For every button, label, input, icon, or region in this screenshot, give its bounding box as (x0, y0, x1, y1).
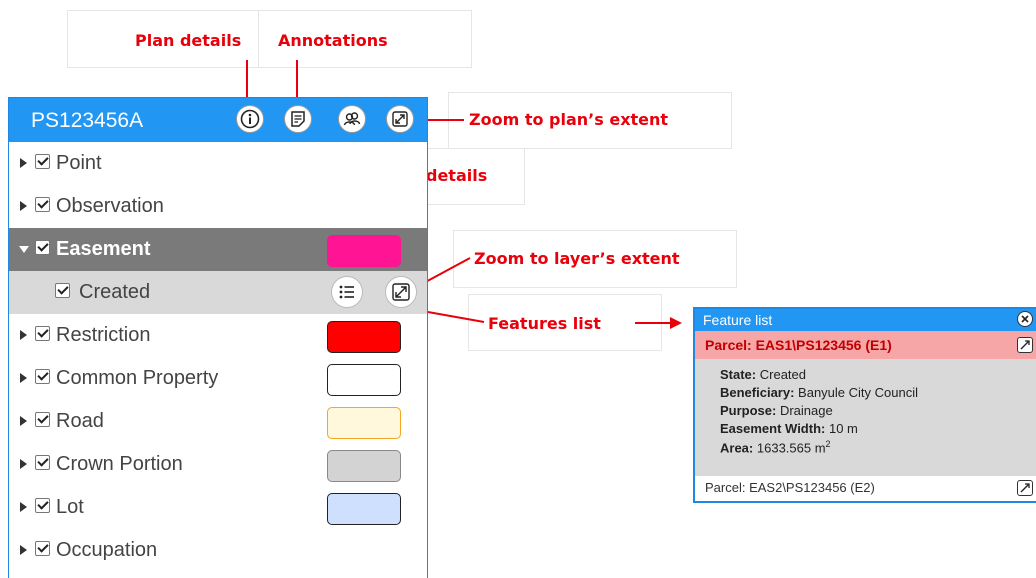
attribute-purpose: Purpose: Drainage (720, 403, 833, 418)
collapse-triangle-icon[interactable] (19, 246, 29, 253)
layer-row-observation[interactable]: Observation (9, 185, 427, 228)
layer-row-restriction[interactable]: Restriction (9, 314, 427, 357)
parties-button[interactable] (338, 105, 366, 133)
expand-triangle-icon[interactable] (20, 330, 27, 340)
features-list-button[interactable] (331, 276, 363, 308)
zoom-plan-extent-button[interactable] (386, 105, 414, 133)
layer-checkbox[interactable] (55, 283, 70, 298)
plan-title: PS123456A (31, 109, 144, 132)
expand-triangle-icon[interactable] (20, 502, 27, 512)
layer-checkbox[interactable] (35, 240, 50, 255)
layer-label: Crown Portion (56, 453, 183, 475)
feature-list-title: Feature list (703, 312, 773, 328)
expand-triangle-icon[interactable] (20, 459, 27, 469)
layer-row-easement[interactable]: Easement (9, 228, 427, 271)
feature-list-item[interactable]: Parcel: EAS2\PS123456 (E2) (705, 480, 875, 495)
zoom-feature-button[interactable] (1017, 480, 1033, 496)
layer-symbol-swatch (327, 407, 401, 439)
feature-list-header: Feature list (695, 309, 1036, 331)
info-icon (240, 109, 260, 129)
annotations-button[interactable] (284, 105, 312, 133)
close-button[interactable] (1017, 311, 1033, 327)
layer-checkbox[interactable] (35, 412, 50, 427)
expand-triangle-icon[interactable] (20, 201, 27, 211)
layer-checkbox[interactable] (35, 369, 50, 384)
layer-label: Occupation (56, 539, 158, 561)
layer-checkbox[interactable] (35, 154, 50, 169)
layer-label: Created (79, 281, 151, 303)
layer-label: Easement (56, 238, 151, 260)
layer-symbol-swatch (327, 450, 401, 482)
layer-symbol-swatch (327, 321, 401, 353)
layer-row-lot[interactable]: Lot (9, 486, 427, 529)
layer-symbol-swatch (327, 364, 401, 396)
zoom-layer-extent-button[interactable] (385, 276, 417, 308)
zoom-extent-icon (392, 283, 410, 301)
layer-label: Common Property (56, 367, 219, 389)
layer-row-common-property[interactable]: Common Property (9, 357, 427, 400)
attribute-easement-width: Easement Width: 10 m (720, 421, 858, 436)
close-icon (1021, 315, 1029, 323)
layer-label: Restriction (56, 324, 151, 346)
layer-row-road[interactable]: Road (9, 400, 427, 443)
selected-feature-title-row[interactable]: Parcel: EAS1\PS123456 (E1) (695, 331, 1036, 359)
attribute-state: State: Created (720, 367, 806, 382)
selected-feature[interactable]: Parcel: EAS1\PS123456 (E1) State: Create… (695, 331, 1036, 476)
layer-label: Point (56, 152, 102, 174)
layer-checkbox[interactable] (35, 326, 50, 341)
attribute-area: Area: 1633.565 m2 (720, 439, 831, 456)
panel-header: PS123456A (9, 98, 427, 142)
zoom-feature-button[interactable] (1017, 337, 1033, 353)
plan-details-button[interactable] (236, 105, 264, 133)
layer-checkbox[interactable] (35, 541, 50, 556)
expand-triangle-icon[interactable] (20, 416, 27, 426)
layer-row-point[interactable]: Point (9, 142, 427, 185)
zoom-extent-icon (1020, 340, 1030, 350)
layer-symbol-swatch (327, 235, 401, 267)
layer-label: Road (56, 410, 104, 432)
selected-feature-title: Parcel: EAS1\PS123456 (E1) (705, 337, 892, 353)
note-icon (291, 111, 305, 127)
layer-checkbox[interactable] (35, 455, 50, 470)
sublayer-row-created[interactable]: Created (9, 271, 427, 314)
layer-label: Lot (56, 496, 84, 518)
feature-list-popup: Feature list Parcel: EAS1\PS123456 (E1) … (693, 307, 1036, 503)
expand-triangle-icon[interactable] (20, 545, 27, 555)
layer-row-crown-portion[interactable]: Crown Portion (9, 443, 427, 486)
users-icon (343, 112, 361, 126)
layer-checkbox[interactable] (35, 498, 50, 513)
attribute-beneficiary: Beneficiary: Banyule City Council (720, 385, 918, 400)
layer-symbol-swatch (327, 493, 401, 525)
zoom-extent-icon (1020, 483, 1030, 493)
layer-row-occupation[interactable]: Occupation (9, 529, 427, 572)
zoom-extent-icon (392, 111, 408, 127)
expand-triangle-icon[interactable] (20, 373, 27, 383)
layer-label: Observation (56, 195, 164, 217)
expand-triangle-icon[interactable] (20, 158, 27, 168)
list-icon (339, 285, 354, 299)
layer-checkbox[interactable] (35, 197, 50, 212)
layer-panel: PS123456A Point Observation Easement Cre… (8, 97, 428, 578)
